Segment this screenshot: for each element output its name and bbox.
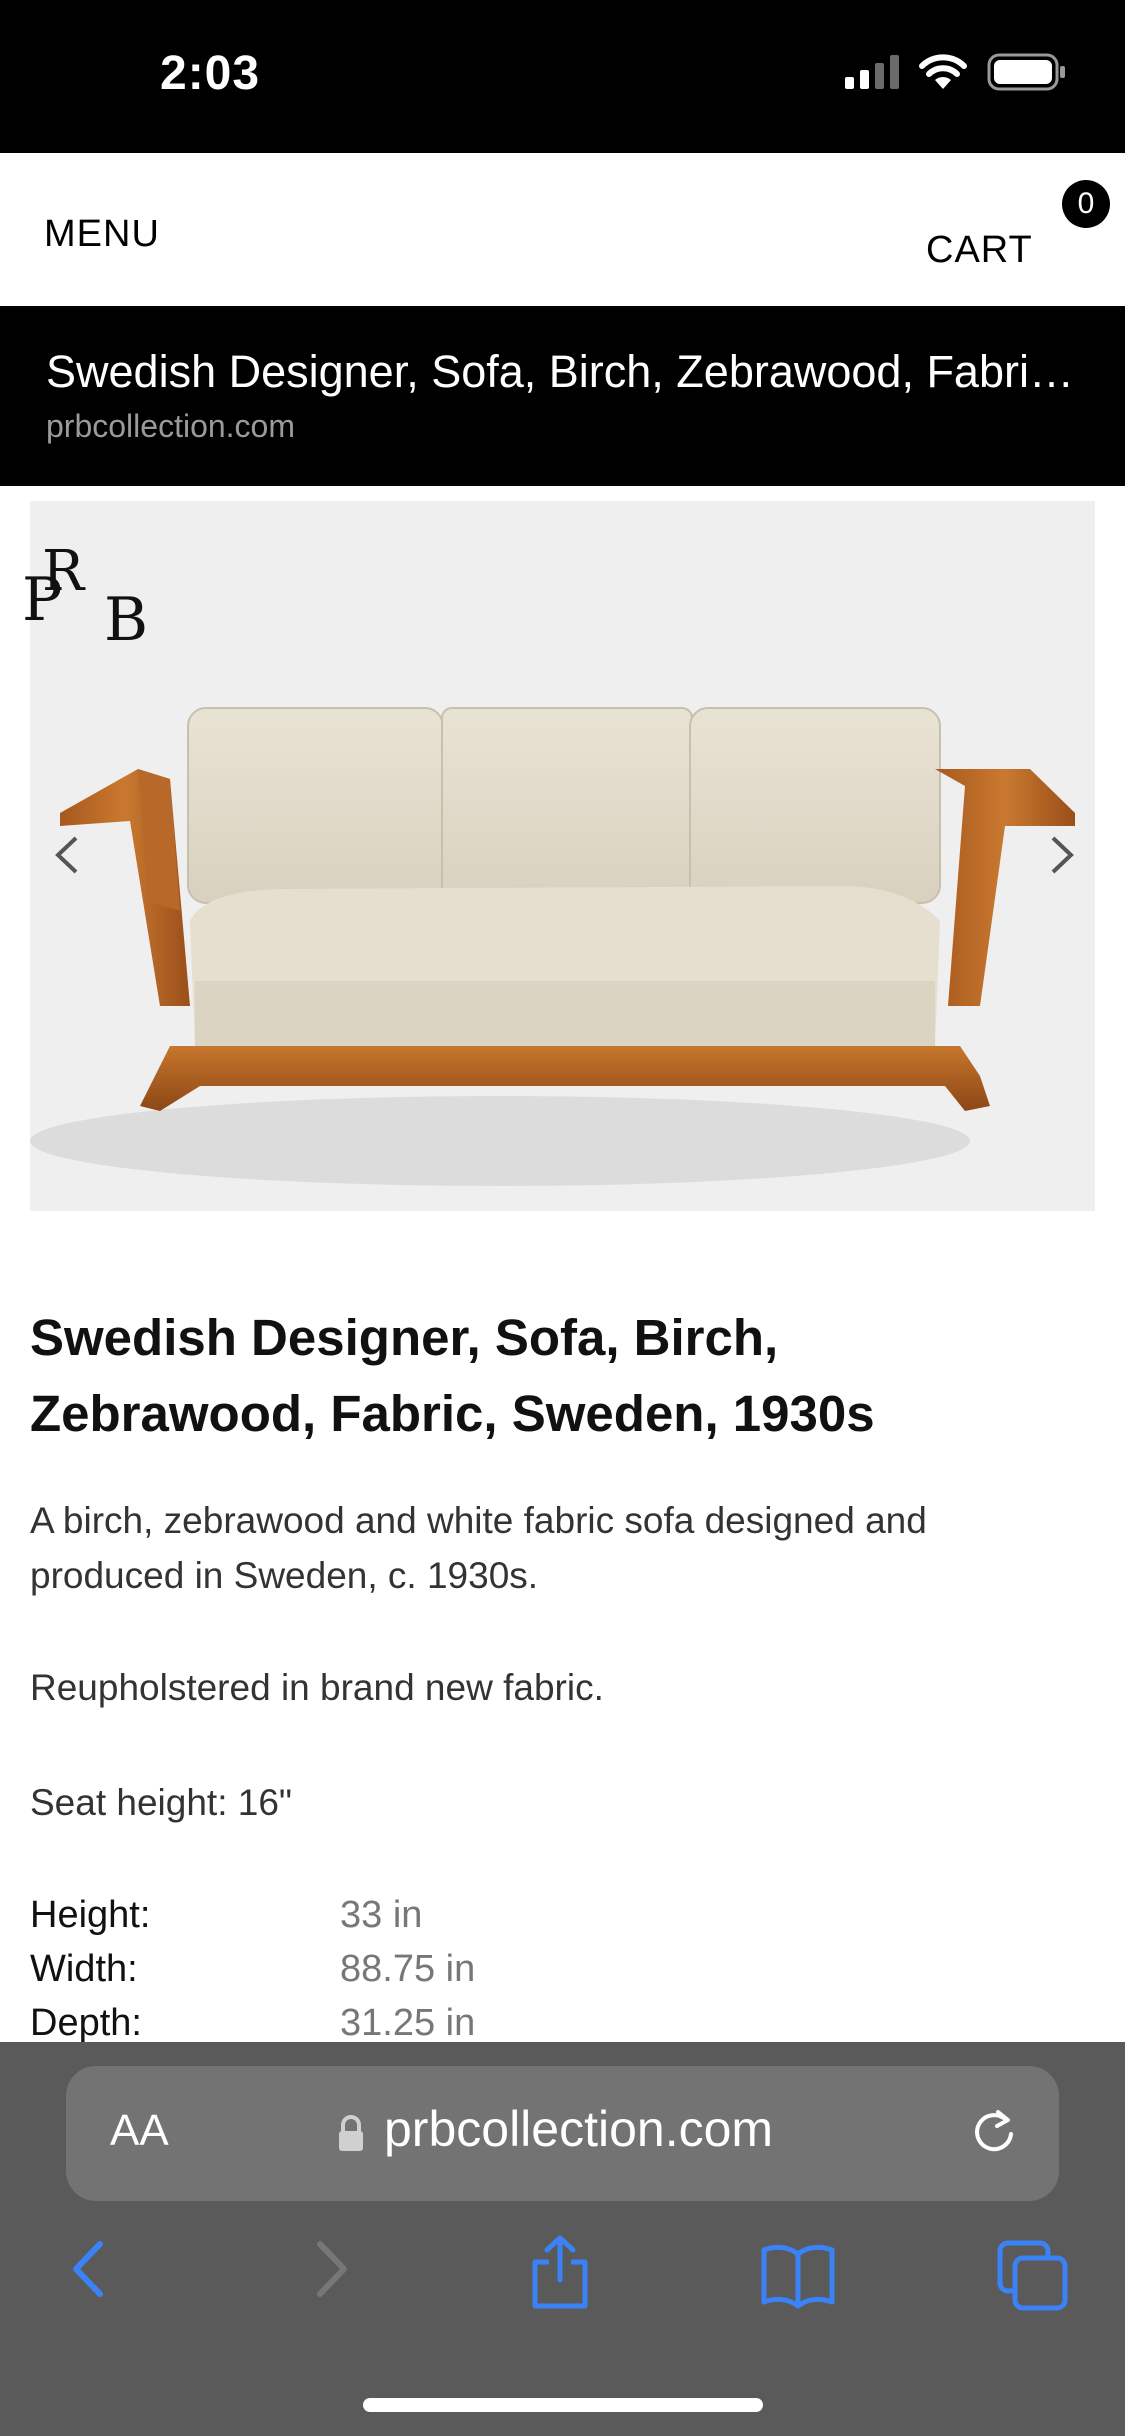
share-icon[interactable] bbox=[525, 2232, 595, 2312]
status-bar: 2:03 bbox=[0, 0, 1125, 153]
bookmarks-icon[interactable] bbox=[758, 2240, 838, 2310]
gallery-prev-arrow-icon[interactable] bbox=[44, 830, 94, 880]
cart-button[interactable]: CART bbox=[926, 229, 1033, 272]
text-size-button[interactable]: AA bbox=[110, 2106, 169, 2156]
menu-button[interactable]: MENU bbox=[44, 213, 160, 256]
product-note: Reupholstered in brand new fabric. bbox=[30, 1667, 604, 1708]
forward-icon[interactable] bbox=[300, 2234, 360, 2304]
back-icon[interactable] bbox=[60, 2234, 120, 2304]
product-description: A birch, zebrawood and white fabric sofa… bbox=[30, 1500, 927, 1596]
lock-icon bbox=[339, 2115, 363, 2151]
dimension-label: Width: bbox=[30, 1948, 138, 1990]
wifi-icon bbox=[919, 54, 967, 89]
brand-logo-text: B bbox=[104, 585, 148, 648]
dimension-label: Height: bbox=[30, 1894, 151, 1936]
brand-logo[interactable]: P R B bbox=[22, 528, 152, 648]
dimension-row: Width: 88.75 in bbox=[30, 1942, 1090, 1996]
product-title: Swedish Designer, Sofa, Birch, Zebrawood… bbox=[30, 1309, 875, 1442]
page-title-banner: Swedish Designer, Sofa, Birch, Zebrawood… bbox=[0, 306, 1125, 486]
banner-title: Swedish Designer, Sofa, Birch, Zebrawood… bbox=[46, 346, 1086, 397]
gallery-next-arrow-icon[interactable] bbox=[1035, 830, 1085, 880]
product-image[interactable] bbox=[30, 501, 1095, 1211]
reload-icon[interactable] bbox=[966, 2104, 1022, 2160]
battery-icon bbox=[987, 53, 1065, 91]
cellular-signal-icon bbox=[845, 55, 899, 89]
dimension-value: 88.75 in bbox=[340, 1948, 476, 1990]
url-text[interactable]: prbcollection.com bbox=[384, 2100, 773, 2158]
dimension-row: Height: 33 in bbox=[30, 1888, 1090, 1942]
home-indicator[interactable] bbox=[363, 2398, 763, 2412]
sofa-photo bbox=[30, 707, 1075, 1186]
status-time: 2:03 bbox=[160, 47, 261, 100]
dimensions-table: Height: 33 in Width: 88.75 in Depth: 31.… bbox=[30, 1888, 1090, 2050]
address-bar[interactable]: AA prbcollection.com bbox=[66, 2066, 1059, 2201]
cart-count-badge: 0 bbox=[1062, 180, 1110, 228]
brand-logo-text: R bbox=[42, 539, 86, 604]
site-header: MENU CART 0 bbox=[0, 153, 1125, 306]
tabs-icon[interactable] bbox=[995, 2238, 1070, 2313]
dimension-value: 33 in bbox=[340, 1894, 423, 1936]
seat-height: Seat height: 16" bbox=[30, 1782, 293, 1823]
status-icons bbox=[845, 52, 1067, 92]
banner-domain: prbcollection.com bbox=[46, 408, 295, 444]
